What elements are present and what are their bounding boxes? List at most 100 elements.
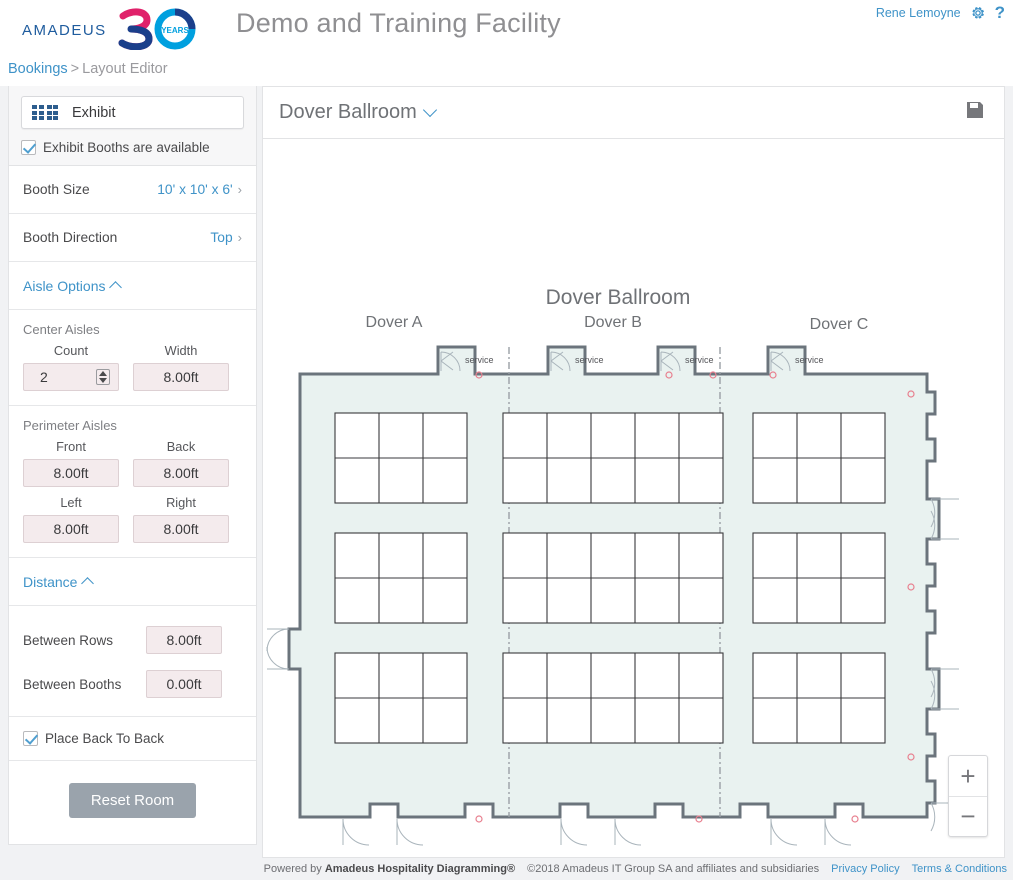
booth-block[interactable] — [752, 532, 886, 624]
entry-door-swings-bottom — [342, 818, 852, 846]
place-back-to-back-row[interactable]: Place Back To Back — [9, 716, 256, 761]
breadcrumb: Bookings > Layout Editor — [8, 61, 168, 77]
zoom-in-button[interactable]: + — [949, 756, 987, 796]
booth-size-row[interactable]: Booth Size 10' x 10' x 6' › — [9, 166, 256, 214]
save-icon[interactable] — [964, 99, 986, 126]
back-label: Back — [166, 439, 196, 454]
booth-direction-row[interactable]: Booth Direction Top › — [9, 214, 256, 262]
exhibit-booths-icon — [32, 105, 58, 120]
booth-size-label: Booth Size — [23, 182, 90, 197]
center-width-input[interactable]: 8.00ft — [133, 363, 229, 391]
aisle-options-label: Aisle Options — [23, 277, 106, 294]
perimeter-left-right-fields: Left 8.00ft Right 8.00ft — [9, 491, 256, 557]
booth-size-value: 10' x 10' x 6' — [157, 182, 233, 197]
booth-block[interactable] — [752, 652, 886, 744]
layout-canvas-panel: Dover Ballroom Dover Ballroom Dover A Do… — [262, 86, 1005, 858]
room-selector[interactable]: Dover Ballroom — [279, 101, 437, 124]
setup-type-select[interactable]: Exhibit — [21, 96, 244, 129]
reset-room-wrap: Reset Room — [9, 761, 256, 844]
room-name: Dover Ballroom — [279, 101, 417, 123]
booth-block[interactable] — [502, 652, 724, 744]
left-field: Left 8.00ft — [23, 495, 119, 543]
zoom-controls: + − — [948, 755, 988, 837]
center-count-value: 2 — [40, 369, 48, 385]
center-count-label: Count — [53, 343, 89, 358]
exhibit-available-label: Exhibit Booths are available — [43, 140, 210, 155]
center-count-input[interactable]: 2 — [23, 363, 119, 391]
right-field: Right 8.00ft — [133, 495, 229, 543]
left-input[interactable]: 8.00ft — [23, 515, 119, 543]
service-label: service — [685, 355, 714, 365]
booth-block[interactable] — [752, 412, 886, 504]
booth-size-value-wrap: 10' x 10' x 6' › — [157, 182, 242, 197]
thirty-years-logo: YEARS — [117, 8, 209, 51]
gear-icon[interactable] — [970, 5, 986, 21]
booth-block[interactable] — [334, 652, 468, 744]
booth-grid[interactable] — [334, 412, 886, 744]
sub-room-label-a: Dover A — [366, 314, 423, 331]
sub-room-label-b: Dover B — [584, 314, 642, 331]
distance-group: Between Rows 8.00ft Between Booths 0.00f… — [9, 606, 256, 716]
booth-block[interactable] — [502, 532, 724, 624]
exhibit-available-row[interactable]: Exhibit Booths are available — [21, 140, 244, 155]
left-wall-door-swing — [266, 628, 290, 670]
setup-type-section: Exhibit Exhibit Booths are available — [9, 86, 256, 166]
chevron-up-icon — [81, 576, 95, 590]
exhibit-available-checkbox[interactable] — [21, 140, 36, 155]
user-name[interactable]: Rene Lemoyne — [876, 6, 961, 20]
center-count-field: Count 2 — [23, 343, 119, 391]
between-rows-label: Between Rows — [23, 632, 114, 648]
breadcrumb-bookings[interactable]: Bookings — [8, 61, 68, 77]
breadcrumb-separator: > — [70, 61, 80, 77]
reset-room-button[interactable]: Reset Room — [68, 783, 197, 818]
right-label: Right — [166, 495, 196, 510]
page-footer: Powered by Amadeus Hospitality Diagrammi… — [0, 858, 1013, 880]
app-header: amadeus YEARS Demo and Training Facility… — [0, 0, 1013, 56]
canvas-header: Dover Ballroom — [263, 87, 1004, 139]
between-booths-input[interactable]: 0.00ft — [146, 670, 222, 698]
booth-block[interactable] — [334, 532, 468, 624]
help-icon[interactable]: ? — [995, 4, 1005, 21]
back-field: Back 8.00ft — [133, 439, 229, 487]
user-area: Rene Lemoyne ? — [876, 4, 1005, 21]
distance-label: Distance — [23, 573, 78, 590]
chevron-up-icon — [109, 280, 123, 294]
terms-link[interactable]: Terms & Conditions — [912, 863, 1007, 875]
between-rows-row: Between Rows 8.00ft — [9, 618, 256, 662]
brand-logo[interactable]: amadeus YEARS — [22, 8, 209, 51]
between-rows-input[interactable]: 8.00ft — [146, 626, 222, 654]
breadcrumb-current: Layout Editor — [82, 61, 168, 77]
amadeus-wordmark: amadeus — [22, 17, 107, 40]
app-title: Demo and Training Facility — [236, 8, 561, 38]
copyright-text: ©2018 Amadeus IT Group SA and affiliates… — [527, 863, 820, 875]
chevron-down-icon — [422, 102, 437, 118]
floorplan-title: Dover Ballroom — [546, 286, 691, 309]
back-input[interactable]: 8.00ft — [133, 459, 229, 487]
powered-by-text: Powered by Amadeus Hospitality Diagrammi… — [264, 863, 515, 875]
booth-direction-label: Booth Direction — [23, 230, 118, 245]
powered-by-prefix: Powered by — [263, 863, 322, 875]
sub-room-label-c: Dover C — [810, 316, 869, 333]
aisle-options-section-toggle[interactable]: Aisle Options — [9, 262, 256, 310]
distance-section-toggle[interactable]: Distance — [9, 558, 256, 606]
booth-block[interactable] — [502, 412, 724, 504]
center-aisles-group: Center Aisles Count 2 Width 8.00ft — [9, 310, 256, 405]
page-body: Exhibit Exhibit Booths are available Boo… — [0, 86, 1013, 858]
privacy-policy-link[interactable]: Privacy Policy — [831, 863, 899, 875]
booth-block[interactable] — [334, 412, 468, 504]
product-name: Amadeus Hospitality Diagramming® — [324, 863, 516, 875]
right-input[interactable]: 8.00ft — [133, 515, 229, 543]
between-booths-row: Between Booths 0.00ft — [9, 662, 256, 706]
place-back-to-back-checkbox[interactable] — [23, 731, 38, 746]
perimeter-front-back-fields: Front 8.00ft Back 8.00ft — [9, 435, 256, 491]
center-aisles-fields: Count 2 Width 8.00ft — [9, 339, 256, 405]
perimeter-aisles-group: Perimeter Aisles Front 8.00ft Back 8.00f… — [9, 406, 256, 557]
between-booths-label: Between Booths — [23, 676, 122, 692]
center-count-stepper[interactable] — [96, 369, 110, 385]
front-input[interactable]: 8.00ft — [23, 459, 119, 487]
chevron-right-icon: › — [237, 230, 242, 245]
zoom-out-button[interactable]: − — [949, 796, 987, 836]
svg-text:YEARS: YEARS — [161, 26, 189, 35]
center-width-field: Width 8.00ft — [133, 343, 229, 391]
floorplan-canvas[interactable]: Dover Ballroom Dover A Dover B Dover C s… — [263, 139, 1004, 857]
